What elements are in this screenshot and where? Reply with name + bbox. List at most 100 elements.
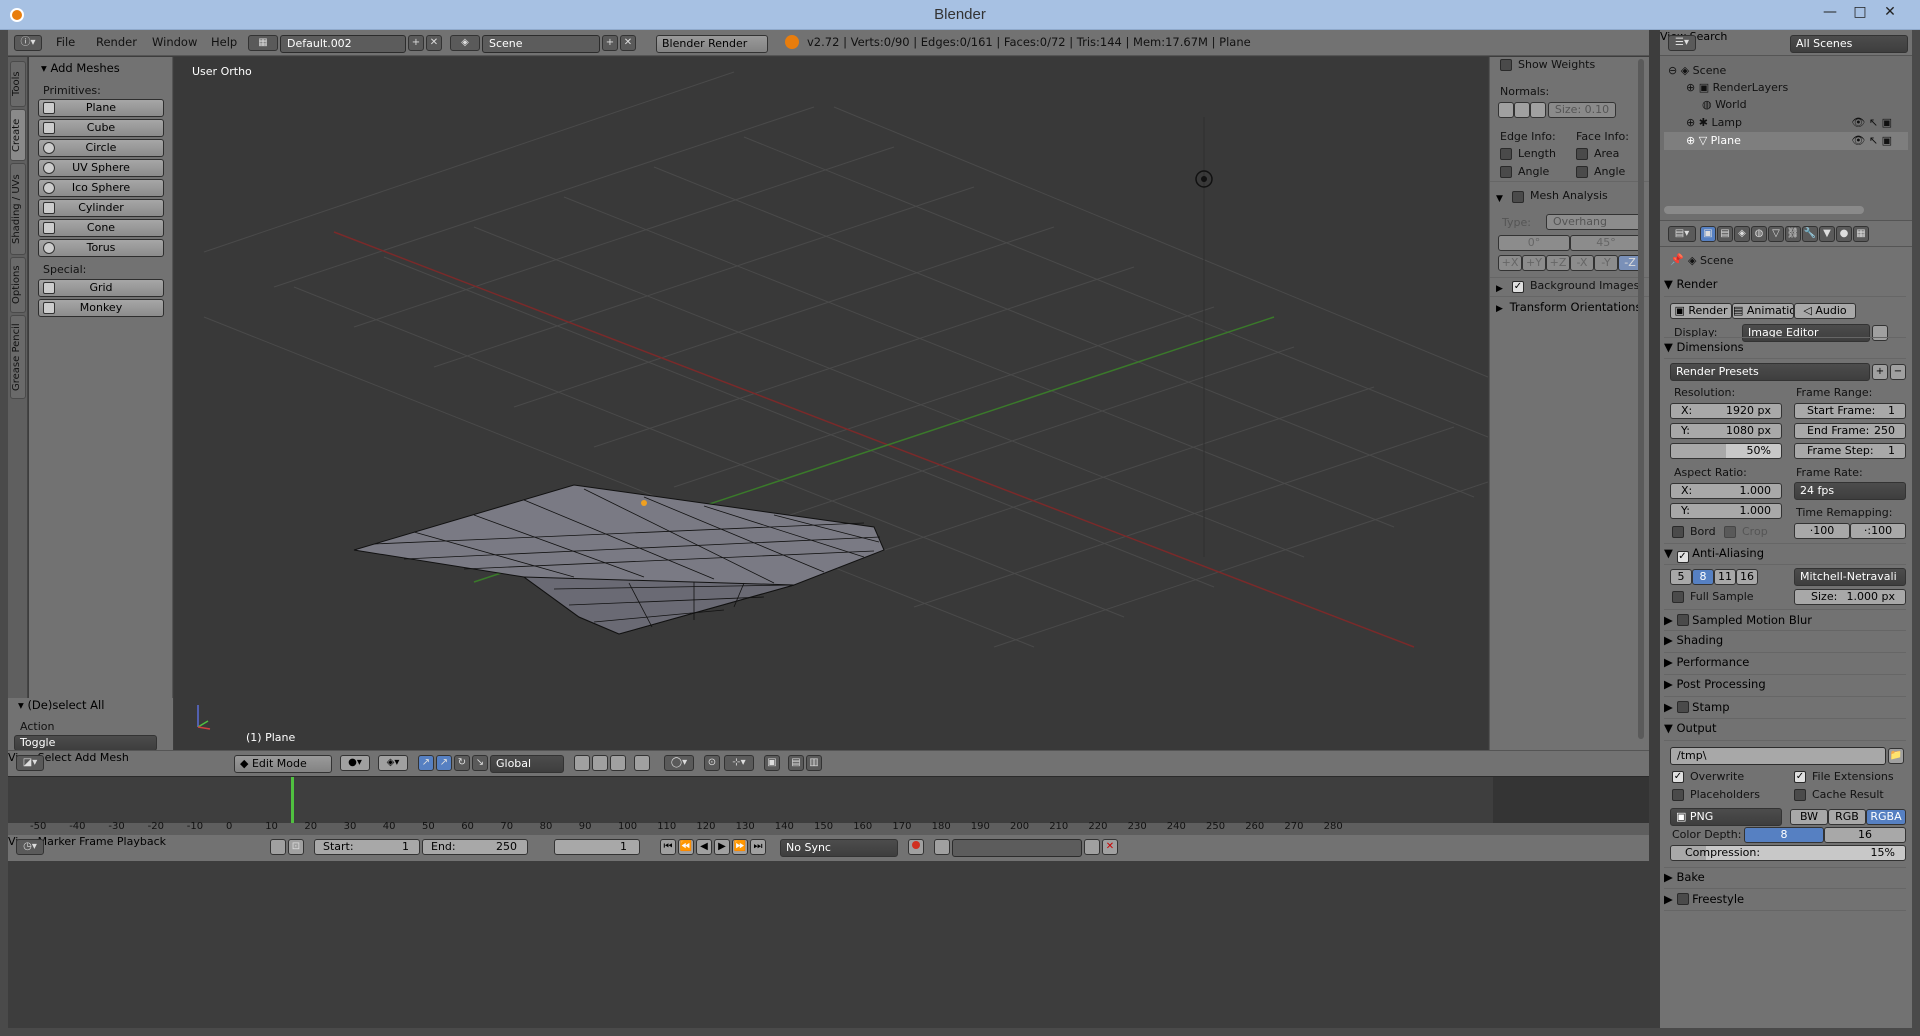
translate-icon[interactable]: ↗ <box>436 755 452 771</box>
file-format-select[interactable]: ▣ PNG <box>1670 808 1782 826</box>
edge-select-icon[interactable] <box>592 755 608 771</box>
animation-button[interactable]: ▤ Animation <box>1732 303 1794 319</box>
output-path-field[interactable]: /tmp\ <box>1670 747 1886 765</box>
jump-keyframe-back-icon[interactable]: ⏪ <box>678 839 694 855</box>
constraints-context-icon[interactable]: ⛓ <box>1785 226 1801 242</box>
placeholders-checkbox[interactable] <box>1672 789 1684 801</box>
layout-browse-icon[interactable]: ▦ <box>248 35 278 51</box>
background-images-checkbox[interactable]: ✓ <box>1512 281 1524 293</box>
n-panel-scrollbar[interactable] <box>1638 59 1644 739</box>
play-reverse-icon[interactable]: ◀ <box>696 839 712 855</box>
sync-mode-select[interactable]: No Sync <box>780 839 898 857</box>
lock-range-icon[interactable]: ⊡ <box>288 839 304 855</box>
start-frame-prop-field[interactable]: Start Frame: 1 <box>1794 403 1906 419</box>
aa-size-field[interactable]: Size: 1.000 px <box>1794 589 1906 605</box>
color-rgb-button[interactable]: RGB <box>1828 809 1866 825</box>
rotate-icon[interactable]: ↻ <box>454 755 470 771</box>
timeline-ruler[interactable]: -50 -40 -30 -20 -10 0 10 20 30 40 50 60 70 80 90 100 110… <box>8 821 1649 835</box>
scene-browse-icon[interactable]: ◈ <box>450 35 480 51</box>
preset-add-icon[interactable]: + <box>1872 364 1888 380</box>
occlude-geometry-icon[interactable] <box>634 755 650 771</box>
render-context-icon[interactable]: ▣ <box>1700 226 1716 242</box>
current-frame-field[interactable]: 1 <box>554 839 640 855</box>
keying-set-field[interactable] <box>952 839 1082 857</box>
audio-button[interactable]: ◁ Audio <box>1794 303 1856 319</box>
aa-samples-8-button[interactable]: 8 <box>1692 569 1714 585</box>
tab-shading-uvs[interactable]: Shading / UVs <box>10 163 26 255</box>
jump-start-icon[interactable]: ⏮ <box>660 839 676 855</box>
outliner-item-world[interactable]: ◍ World <box>1702 98 1747 111</box>
menu-window[interactable]: Window <box>152 35 197 49</box>
analysis-type-select[interactable]: Overhang <box>1546 214 1642 230</box>
end-frame-field[interactable]: End: 250 <box>422 839 528 855</box>
color-bw-button[interactable]: BW <box>1790 809 1828 825</box>
anti-aliasing-panel-header[interactable]: ▼ ✓ Anti-Aliasing <box>1664 543 1906 565</box>
layout-name-field[interactable]: Default.002 <box>280 35 406 53</box>
render-animation-icon[interactable]: ▤ <box>788 755 804 771</box>
color-depth-16-button[interactable]: 16 <box>1824 827 1906 843</box>
post-processing-panel-header[interactable]: ▶ Post Processing <box>1664 675 1906 697</box>
pivot-point-icon[interactable]: ◈▾ <box>378 755 408 771</box>
axis-py-button[interactable]: +Y <box>1522 255 1546 271</box>
axis-ny-button[interactable]: -Y <box>1594 255 1618 271</box>
stamp-panel-header[interactable]: ▶ Stamp <box>1664 697 1906 719</box>
magnet-icon[interactable]: ⊙ <box>704 755 720 771</box>
action-select[interactable]: Toggle <box>14 735 157 751</box>
background-images-panel[interactable]: ▶ <box>1496 280 1506 294</box>
clapboard-icon[interactable]: ▥ <box>806 755 822 771</box>
close-icon[interactable]: ✕ <box>1876 2 1904 22</box>
add-plane-button[interactable]: Plane <box>38 99 164 117</box>
jump-end-icon[interactable]: ⏭ <box>750 839 766 855</box>
folder-icon[interactable]: 📁 <box>1888 748 1904 764</box>
frame-rate-select[interactable]: 24 fps <box>1794 482 1906 500</box>
data-context-icon[interactable]: ▼ <box>1819 226 1835 242</box>
shading-panel-header[interactable]: ▶ Shading <box>1664 631 1906 653</box>
outliner-item-plane[interactable]: ⊕ ▽ Plane 👁 ↖ ▣ <box>1686 134 1906 147</box>
color-rgba-button[interactable]: RGBA <box>1866 809 1906 825</box>
scale-icon[interactable]: ↘ <box>472 755 488 771</box>
editor-type-info-icon[interactable]: ⓘ▾ <box>14 35 42 51</box>
add-grid-button[interactable]: Grid <box>38 279 164 297</box>
tab-tools[interactable]: Tools <box>10 61 26 107</box>
timeline-menu-playback[interactable]: Playback <box>117 835 166 848</box>
file-extensions-checkbox[interactable]: ✓ <box>1794 771 1806 783</box>
color-depth-8-button[interactable]: 8 <box>1744 827 1824 843</box>
start-frame-field[interactable]: Start: 1 <box>314 839 420 855</box>
insert-keyframe-icon[interactable] <box>1084 839 1100 855</box>
scene-name-field[interactable]: Scene <box>482 35 600 53</box>
delete-keyframe-icon[interactable]: ✕ <box>1102 839 1118 855</box>
menu-render[interactable]: Render <box>96 35 137 49</box>
output-panel-header[interactable]: ▼ Output <box>1664 719 1906 741</box>
proportional-edit-icon[interactable]: ◯▾ <box>664 755 694 771</box>
viewport-shading-icon[interactable]: ●▾ <box>340 755 370 771</box>
render-layers-context-icon[interactable]: ▤ <box>1717 226 1733 242</box>
snap-element-icon[interactable]: ⊹▾ <box>724 755 754 771</box>
render-panel-header[interactable]: ▼ Render <box>1664 277 1906 297</box>
opengl-render-icon[interactable]: ▣ <box>764 755 780 771</box>
resolution-y-field[interactable]: Y: 1080 px <box>1670 423 1782 439</box>
add-torus-button[interactable]: Torus <box>38 239 164 257</box>
add-monkey-button[interactable]: Monkey <box>38 299 164 317</box>
overwrite-checkbox[interactable]: ✓ <box>1672 771 1684 783</box>
vertex-select-icon[interactable] <box>574 755 590 771</box>
face-normals-icon[interactable] <box>1530 102 1546 118</box>
compression-slider[interactable]: Compression: 15% <box>1670 845 1906 861</box>
aa-samples-16-button[interactable]: 16 <box>1736 569 1758 585</box>
editor-type-3d-icon[interactable]: ◪▾ <box>16 755 44 771</box>
split-normals-icon[interactable] <box>1514 102 1530 118</box>
freestyle-panel-header[interactable]: ▶ Freestyle <box>1664 889 1906 911</box>
layout-remove-icon[interactable]: ✕ <box>426 35 442 51</box>
visibility-eye-icon[interactable]: 👁 ↖ ▣ <box>1851 134 1892 147</box>
performance-panel-header[interactable]: ▶ Performance <box>1664 653 1906 675</box>
maximize-icon[interactable]: □ <box>1846 2 1874 22</box>
menu-add[interactable]: Add <box>75 751 96 764</box>
scene-remove-icon[interactable]: ✕ <box>620 35 636 51</box>
record-icon[interactable] <box>908 839 924 855</box>
menu-mesh[interactable]: Mesh <box>100 751 129 764</box>
modifiers-context-icon[interactable]: 🔧 <box>1802 226 1818 242</box>
manipulator-icon[interactable]: ↗ <box>418 755 434 771</box>
time-remap-old-field[interactable]: ·100 <box>1794 523 1850 539</box>
mesh-analysis-panel[interactable]: ▼ <box>1496 190 1506 204</box>
border-checkbox[interactable] <box>1672 526 1684 538</box>
timeline-menu-frame[interactable]: Frame <box>79 835 113 848</box>
